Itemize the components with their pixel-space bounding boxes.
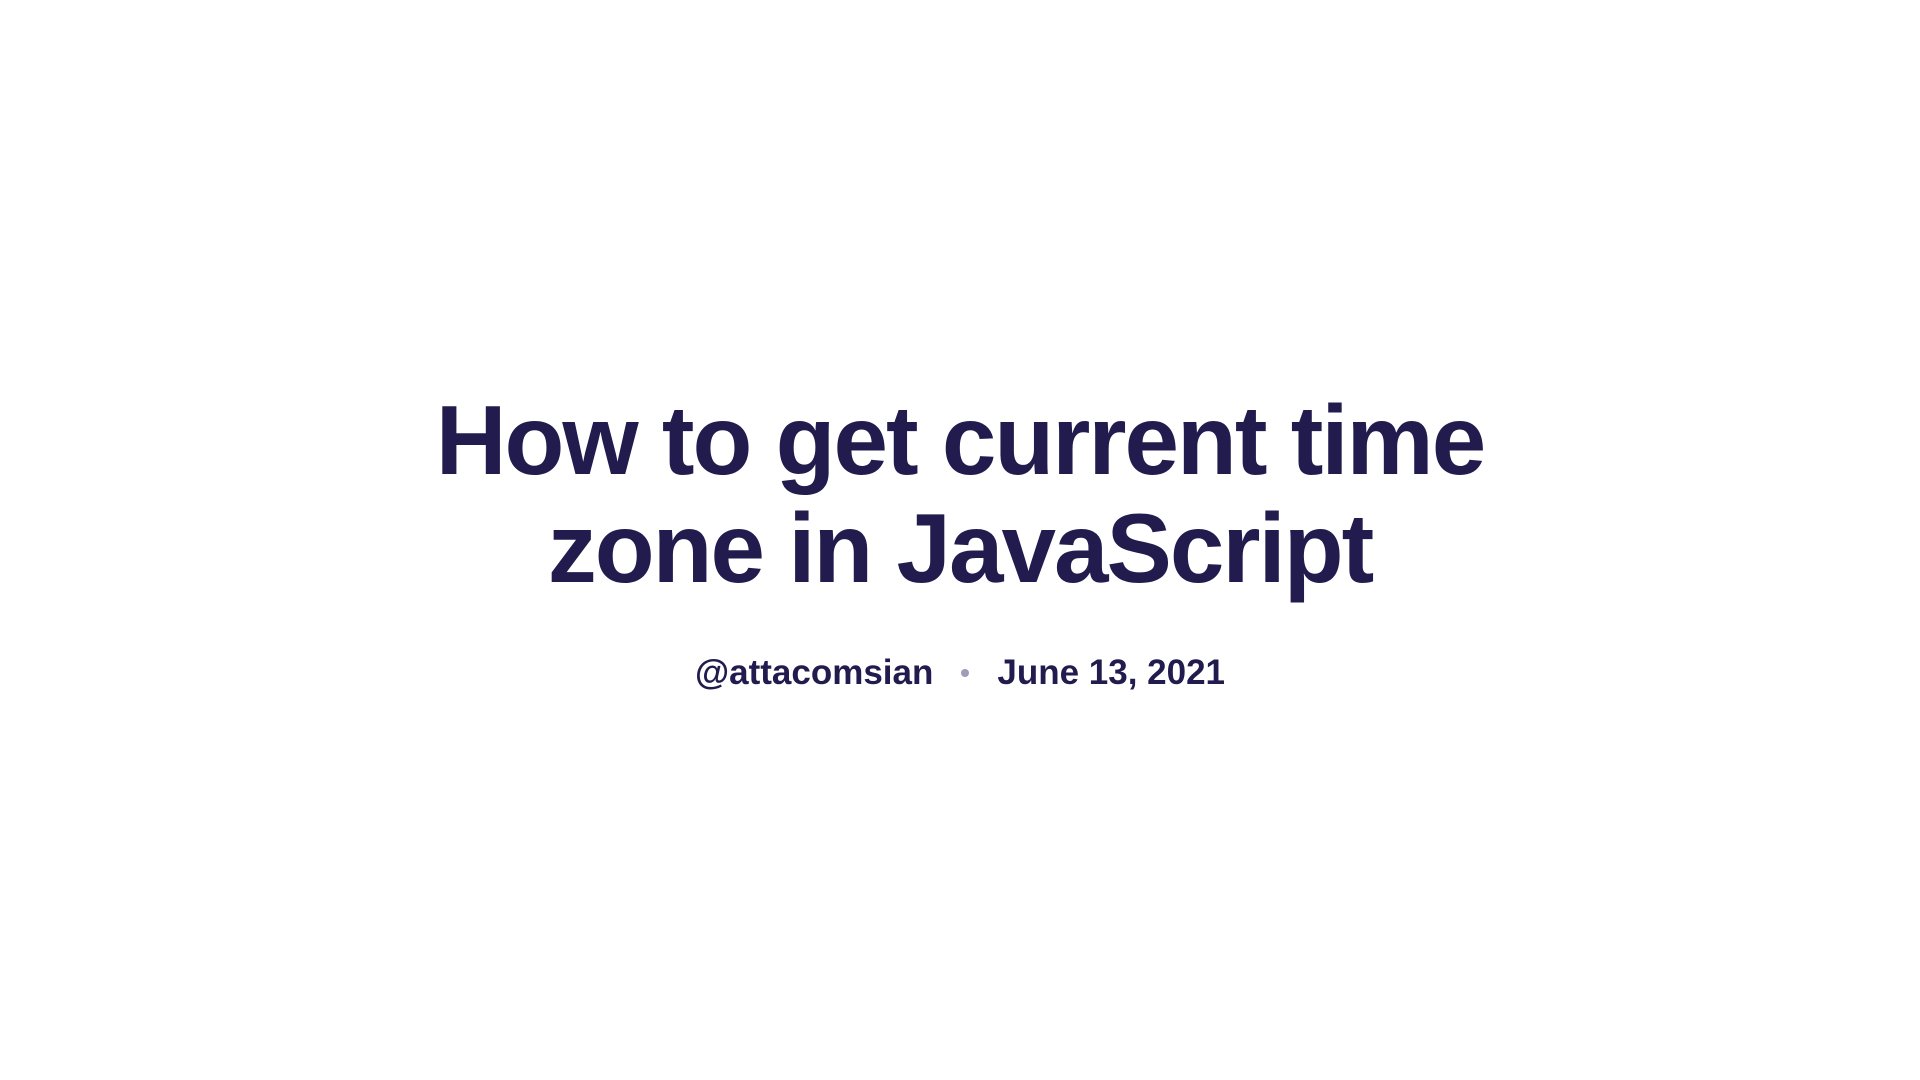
publish-date: June 13, 2021 — [997, 653, 1225, 693]
article-meta: @attacomsian June 13, 2021 — [410, 653, 1510, 693]
article-title: How to get current time zone in JavaScri… — [410, 387, 1510, 603]
author-handle: @attacomsian — [695, 653, 933, 693]
separator-dot — [961, 669, 969, 677]
article-header: How to get current time zone in JavaScri… — [410, 387, 1510, 693]
